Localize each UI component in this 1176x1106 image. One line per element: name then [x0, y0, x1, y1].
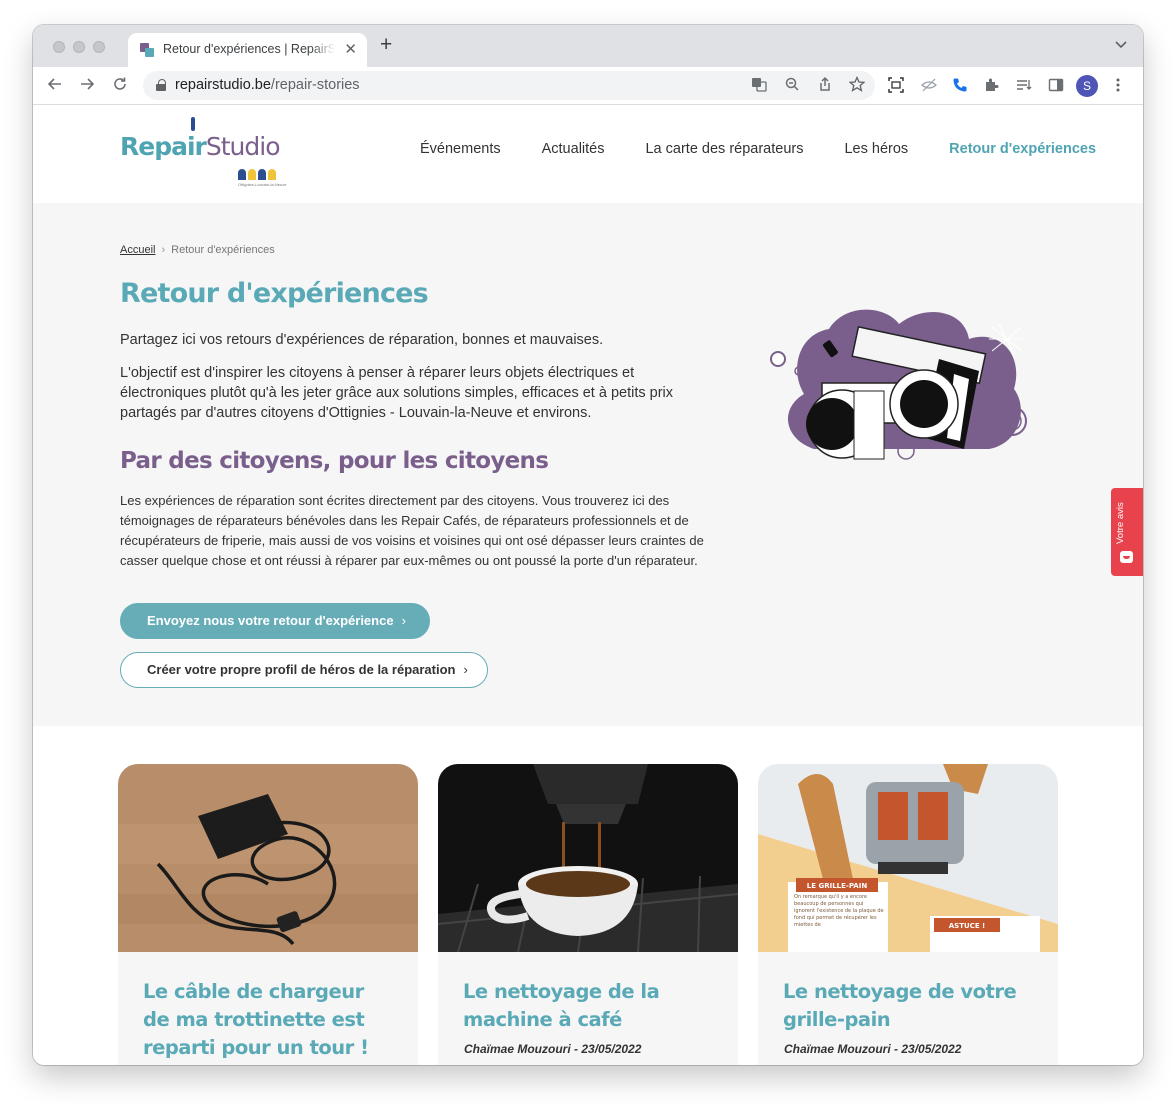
wrench-icon [191, 117, 195, 131]
zoom-icon[interactable] [784, 76, 800, 95]
page-title: Retour d'expériences [120, 278, 429, 309]
smiley-icon [1120, 551, 1133, 563]
lock-icon[interactable] [156, 79, 166, 91]
send-experience-button[interactable]: Envoyez nous votre retour d'expérience › [120, 603, 430, 639]
nav-carte-reparateurs[interactable]: La carte des réparateurs [645, 141, 803, 157]
feedback-label: Votre avis [1115, 502, 1126, 544]
bookmark-star-icon[interactable] [848, 75, 866, 95]
logo-text: RepairStudio [120, 132, 281, 161]
phone-icon[interactable] [952, 77, 968, 96]
nav-actualites[interactable]: Actualités [542, 141, 605, 157]
favicon-icon [140, 43, 154, 57]
share-icon[interactable] [817, 76, 833, 95]
description-paragraph: Les expériences de réparation sont écrit… [120, 493, 704, 568]
extensions-icon[interactable] [984, 77, 1000, 96]
close-window-button[interactable] [53, 41, 65, 53]
breadcrumb: Accueil › Retour d'expériences [120, 244, 275, 256]
screen-capture-icon[interactable] [888, 77, 904, 96]
tip-label-text: ASTUCE ! [949, 922, 985, 930]
tab-close-icon[interactable]: ✕ [344, 40, 357, 58]
lead-paragraph: Partagez ici vos retours d'expériences d… [120, 332, 604, 348]
side-panel-icon[interactable] [1048, 77, 1064, 96]
profile-avatar[interactable]: S [1076, 75, 1098, 97]
breadcrumb-chevron-icon: › [161, 244, 166, 256]
chevron-right-icon: › [463, 662, 468, 677]
feedback-tab[interactable]: Votre avis [1111, 488, 1143, 576]
toaster-infographic: LE GRILLE-PAIN On remarque qu'il y a enc… [758, 764, 1058, 952]
story-author-date: Chaïmae Mouzouri - 23/05/2022 [464, 1042, 642, 1056]
browser-toolbar: repairstudio.be/repair-stories S [33, 67, 1143, 105]
tab-title: Retour d'expériences | RepairStudio [163, 42, 335, 56]
menu-kebab-icon[interactable] [1115, 77, 1121, 96]
repairstudio-logo[interactable]: RepairStudio Ottignies-Louvain-la-Neuve [120, 117, 290, 189]
zoom-window-button[interactable] [93, 41, 105, 53]
repair-illustration [770, 309, 1027, 460]
breadcrumb-home[interactable]: Accueil [120, 244, 155, 256]
stories-grid: Le câble de chargeur de ma trottinette e… [33, 726, 1143, 1065]
story-title[interactable]: Le nettoyage de votre grille-pain [783, 978, 1035, 1034]
create-hero-profile-button[interactable]: Créer votre propre profil de héros de la… [120, 652, 488, 688]
charger-cable-photo [118, 764, 418, 952]
story-card[interactable]: LE GRILLE-PAIN On remarque qu'il y a enc… [758, 764, 1058, 1065]
reload-icon[interactable] [111, 75, 129, 98]
tab-search-chevron-icon[interactable] [1115, 37, 1127, 52]
web-page: RepairStudio Ottignies-Louvain-la-Neuve … [33, 105, 1143, 1065]
nav-evenements[interactable]: Événements [420, 141, 501, 157]
breadcrumb-current: Retour d'expériences [171, 244, 275, 256]
url-text: repairstudio.be/repair-stories [175, 77, 360, 93]
tab-strip: Retour d'expériences | RepairStudio ✕ + [33, 25, 1143, 67]
toaster-note-text: On remarque qu'il y a encore beaucoup de… [794, 894, 884, 928]
olln-mark-icon [238, 167, 280, 181]
story-title[interactable]: Le nettoyage de la machine à café [463, 978, 715, 1034]
body-paragraph: L'objectif est d'inspirer les citoyens à… [120, 365, 673, 421]
browser-tab[interactable]: Retour d'expériences | RepairStudio ✕ [128, 33, 367, 67]
nav-heros[interactable]: Les héros [844, 141, 908, 157]
chevron-right-icon: › [401, 613, 406, 628]
minimize-window-button[interactable] [73, 41, 85, 53]
address-bar[interactable]: repairstudio.be/repair-stories [143, 71, 875, 100]
nav-retour-experiences[interactable]: Retour d'expériences [949, 141, 1096, 157]
coffee-machine-photo [438, 764, 738, 952]
story-card[interactable]: Le câble de chargeur de ma trottinette e… [118, 764, 418, 1065]
story-title[interactable]: Le câble de chargeur de ma trottinette e… [143, 978, 395, 1062]
section-subtitle: Par des citoyens, pour les citoyens [120, 448, 549, 474]
toaster-label-text: LE GRILLE-PAIN [807, 882, 868, 890]
new-tab-button[interactable]: + [380, 34, 392, 55]
translate-icon[interactable] [751, 76, 767, 95]
logo-subtitle: Ottignies-Louvain-la-Neuve [238, 182, 287, 187]
forward-icon[interactable] [78, 75, 96, 98]
back-icon[interactable] [46, 75, 64, 98]
main-nav: Événements Actualités La carte des répar… [420, 141, 1096, 157]
reading-list-icon[interactable] [1016, 77, 1032, 96]
story-card[interactable]: Le nettoyage de la machine à café Chaïma… [438, 764, 738, 1065]
site-header: RepairStudio Ottignies-Louvain-la-Neuve … [33, 105, 1143, 203]
eye-off-icon[interactable] [921, 77, 937, 96]
hero-section: Accueil › Retour d'expériences Retour d'ex… [33, 203, 1143, 726]
story-author-date: Chaïmae Mouzouri - 23/05/2022 [784, 1042, 962, 1056]
browser-window: Retour d'expériences | RepairStudio ✕ + … [33, 25, 1143, 1065]
